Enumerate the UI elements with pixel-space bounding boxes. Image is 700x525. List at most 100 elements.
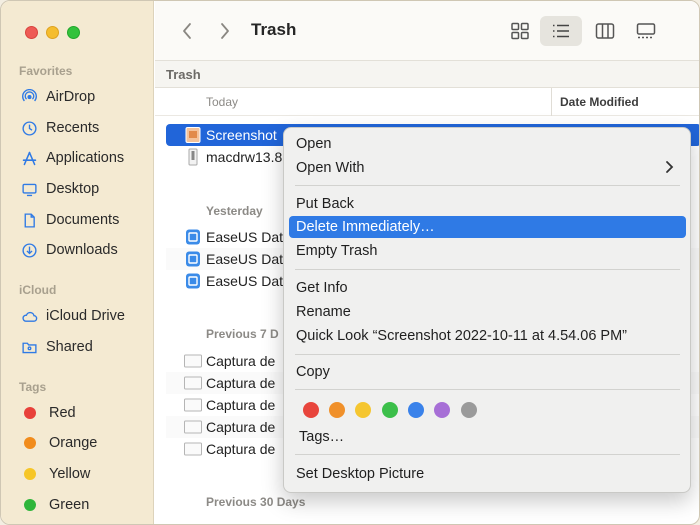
column-header: Today Date Modified — [155, 88, 699, 116]
menu-item-label: Copy — [296, 364, 330, 380]
app-file-icon — [186, 273, 200, 289]
menu-item-label: Open With — [296, 160, 365, 176]
menu-item-copy[interactable]: Copy — [289, 361, 686, 383]
sidebar-item-label: Downloads — [46, 242, 118, 258]
sidebar-item-icloud-drive[interactable]: iCloud Drive — [19, 304, 149, 328]
menu-item-put-back[interactable]: Put Back — [289, 193, 686, 215]
sidebar-item-airdrop[interactable]: AirDrop — [19, 85, 149, 109]
menu-item-label: Tags… — [299, 429, 345, 445]
screenshot-file-icon — [184, 354, 202, 368]
file-name: Captura de — [206, 375, 276, 391]
screenshot-file-icon — [184, 376, 202, 390]
tag-gray-dot[interactable] — [461, 402, 477, 418]
sidebar-item-label: AirDrop — [46, 89, 96, 105]
tag-blue-dot[interactable] — [408, 402, 424, 418]
sidebar-section-icloud: iCloud — [19, 283, 57, 297]
orange-tag-dot-icon — [24, 437, 36, 449]
tag-purple-dot[interactable] — [434, 402, 450, 418]
file-name: EaseUS Dat — [206, 273, 284, 289]
menu-item-empty-trash[interactable]: Empty Trash — [289, 240, 686, 262]
sidebar-item-desktop[interactable]: Desktop — [19, 177, 149, 201]
menu-item-get-info[interactable]: Get Info — [289, 277, 686, 299]
menu-item-open-with[interactable]: Open With — [289, 157, 686, 179]
sidebar-item-recents[interactable]: Recents — [19, 116, 149, 140]
sidebar-item-downloads[interactable]: Downloads — [19, 238, 149, 262]
sidebar-item-label: Red — [49, 405, 76, 421]
menu-item-tags[interactable]: Tags… — [289, 426, 686, 448]
minimize-window-button[interactable] — [46, 26, 59, 39]
menu-item-set-desktop-picture[interactable]: Set Desktop Picture — [289, 463, 686, 485]
close-window-button[interactable] — [25, 26, 38, 39]
column-view-button[interactable] — [584, 16, 626, 46]
context-menu: Open Open With Put Back Delete Immediate… — [283, 127, 691, 493]
sidebar-item-documents[interactable]: Documents — [19, 208, 149, 232]
gallery-view-icon — [636, 23, 656, 39]
file-name: Captura de — [206, 441, 276, 457]
file-name: Captura de — [206, 353, 276, 369]
group-header-previous-7-days: Previous 7 D — [206, 327, 279, 341]
file-name: macdrw13.8 — [206, 149, 283, 165]
back-button[interactable] — [176, 20, 198, 42]
menu-item-label: Put Back — [296, 196, 355, 212]
shared-folder-icon — [19, 337, 39, 357]
menu-item-open[interactable]: Open — [289, 133, 686, 155]
forward-button[interactable] — [214, 20, 236, 42]
path-bar: Trash — [155, 61, 699, 88]
icon-view-icon — [511, 22, 529, 40]
menu-separator — [295, 185, 680, 186]
gallery-view-button[interactable] — [625, 16, 667, 46]
sidebar-tag-red[interactable]: Red — [19, 401, 149, 425]
sidebar-item-label: Yellow — [49, 466, 91, 482]
sidebar-item-label: Documents — [46, 212, 120, 228]
tag-yellow-dot[interactable] — [355, 402, 371, 418]
app-file-icon — [186, 251, 200, 267]
sidebar-item-label: Applications — [46, 150, 125, 166]
sidebar-item-label: Shared — [46, 339, 93, 355]
tag-red-dot[interactable] — [303, 402, 319, 418]
menu-item-label: Get Info — [296, 280, 348, 296]
sidebar-item-shared[interactable]: Shared — [19, 335, 149, 359]
applications-icon — [19, 148, 39, 168]
sidebar-item-label: Desktop — [46, 181, 100, 197]
file-name: EaseUS Dat — [206, 229, 284, 245]
green-tag-dot-icon — [24, 499, 36, 511]
chevron-left-icon — [183, 23, 191, 39]
file-name: EaseUS Dat — [206, 251, 284, 267]
tag-green-dot[interactable] — [382, 402, 398, 418]
document-icon — [19, 210, 39, 230]
menu-item-delete-immediately[interactable]: Delete Immediately… — [289, 216, 686, 238]
yellow-tag-dot-icon — [24, 468, 36, 480]
sidebar-item-label: Green — [49, 497, 90, 513]
menu-item-label: Quick Look “Screenshot 2022-10-11 at 4.5… — [296, 328, 628, 344]
tag-orange-dot[interactable] — [329, 402, 345, 418]
sidebar-item-applications[interactable]: Applications — [19, 146, 149, 170]
zoom-window-button[interactable] — [67, 26, 80, 39]
menu-item-label: Empty Trash — [296, 243, 378, 259]
menu-item-label: Set Desktop Picture — [296, 466, 425, 482]
chevron-right-icon — [666, 161, 674, 173]
cloud-icon — [19, 306, 39, 326]
menu-separator — [295, 354, 680, 355]
screenshot-file-icon — [184, 420, 202, 434]
app-file-icon — [186, 229, 200, 245]
menu-item-label: Open — [296, 136, 332, 152]
icon-view-button[interactable] — [499, 16, 541, 46]
sidebar-tag-yellow[interactable]: Yellow — [19, 462, 149, 486]
list-view-button[interactable] — [540, 16, 582, 46]
sidebar-tag-orange[interactable]: Orange — [19, 431, 149, 455]
file-name: Captura de — [206, 419, 276, 435]
date-modified-column-header[interactable]: Date Modified — [551, 88, 639, 116]
window-title: Trash — [251, 20, 297, 39]
group-header-previous-30-days: Previous 30 Days — [206, 495, 306, 509]
menu-separator — [295, 269, 680, 270]
file-name: Screenshot — [206, 127, 277, 143]
menu-separator — [295, 389, 680, 390]
screenshot-file-icon — [184, 442, 202, 456]
menu-item-label: Rename — [296, 304, 351, 320]
disk-image-file-icon — [188, 148, 198, 166]
menu-item-quick-look[interactable]: Quick Look “Screenshot 2022-10-11 at 4.5… — [289, 325, 686, 347]
menu-item-rename[interactable]: Rename — [289, 301, 686, 323]
group-header-yesterday: Yesterday — [206, 204, 263, 218]
sidebar-tag-green[interactable]: Green — [19, 493, 149, 517]
sidebar-section-tags: Tags — [19, 380, 47, 394]
